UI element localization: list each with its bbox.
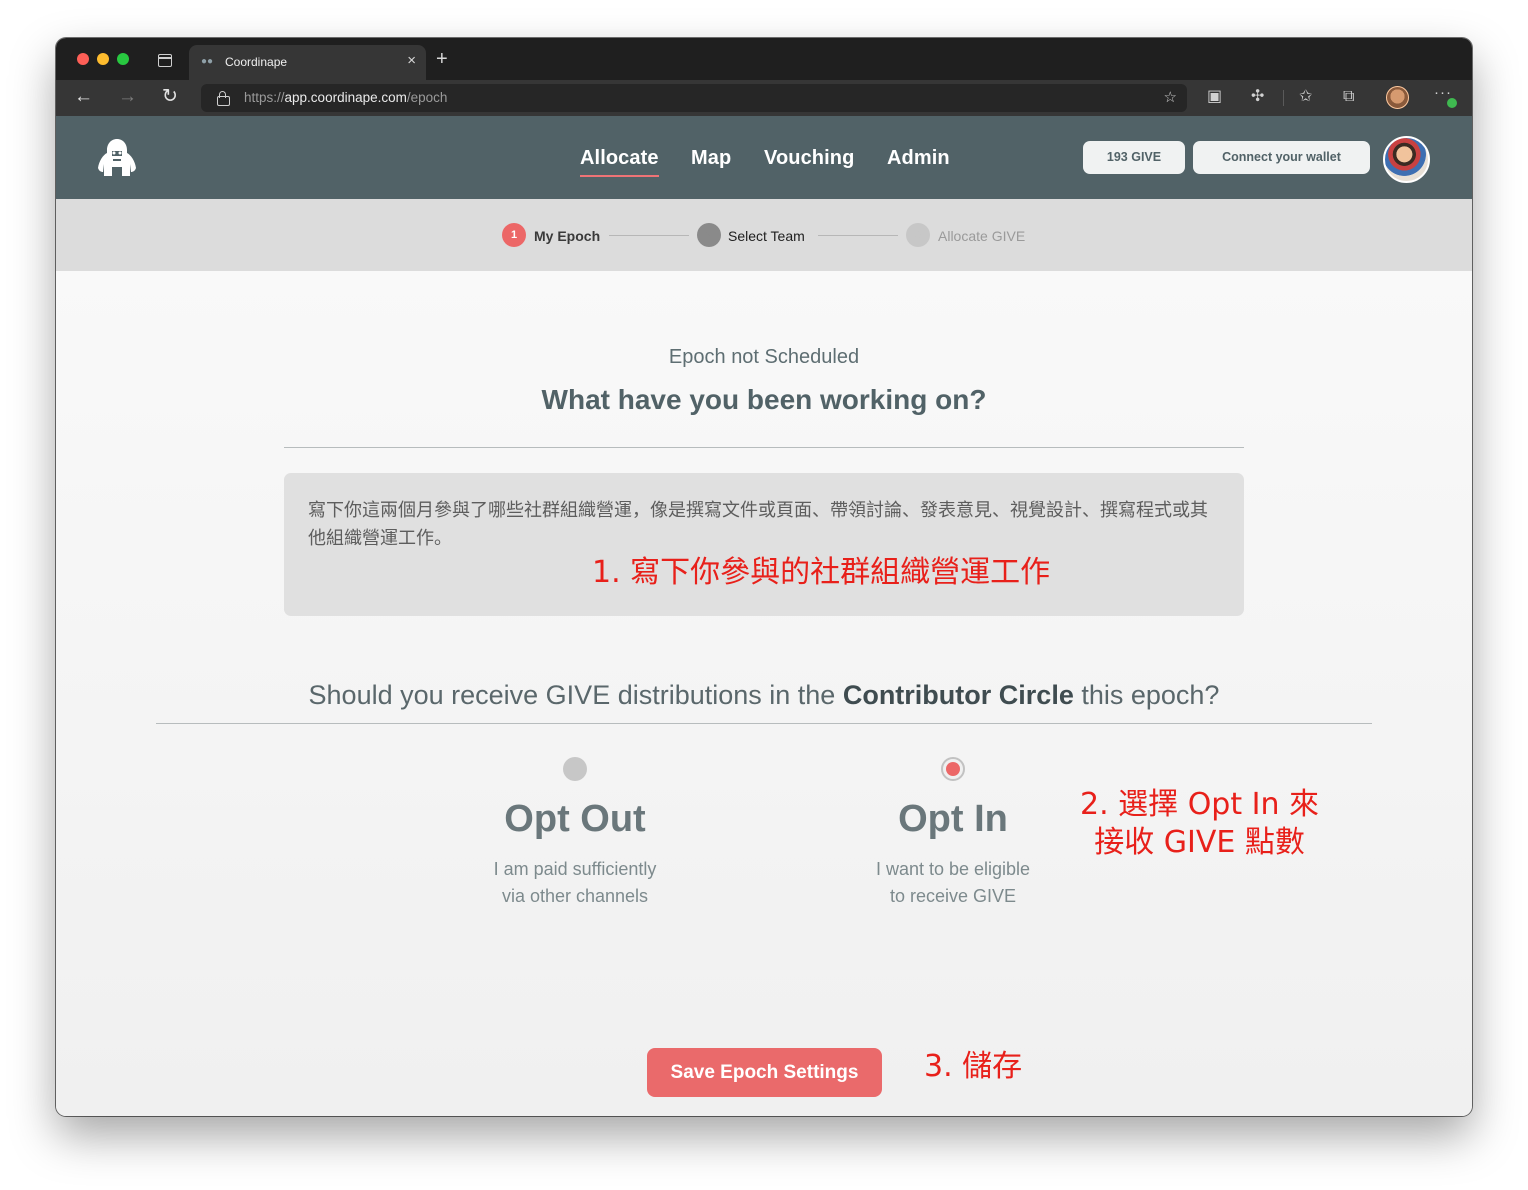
- lock-icon[interactable]: [217, 91, 230, 106]
- update-badge-icon: [1447, 98, 1457, 108]
- nav-admin[interactable]: Admin: [887, 147, 950, 170]
- step-3-badge[interactable]: 3: [906, 223, 930, 247]
- opt-out-desc-line-2: via other channels: [501, 886, 649, 906]
- question-prefix: Should you receive GIVE distributions in…: [308, 680, 843, 710]
- nav-allocate[interactable]: Allocate: [580, 147, 659, 177]
- browser-window: ●● Coordinape × + ← → ↻ https://app.coor…: [56, 38, 1472, 1116]
- forward-icon[interactable]: →: [118, 86, 137, 108]
- step-2-label[interactable]: Select Team: [728, 228, 805, 244]
- collections-icon[interactable]: ⧉: [1343, 88, 1354, 106]
- give-balance-button[interactable]: 193 GIVE: [1083, 141, 1185, 174]
- toolbar-divider: [1283, 90, 1284, 106]
- tab-actions-icon[interactable]: [158, 54, 172, 67]
- divider: [284, 447, 1244, 448]
- opt-in-desc-line-2: to receive GIVE: [889, 886, 1017, 906]
- url-host: app.coordinape.com: [284, 90, 407, 105]
- epoch-status: Epoch not Scheduled: [668, 346, 860, 368]
- browser-profile-icon[interactable]: [1386, 86, 1409, 109]
- work-description-text: 寫下你這兩個月參與了哪些社群組織營運，像是撰寫文件或頁面、帶領討論、發表意見、視…: [308, 500, 1208, 549]
- opt-out-description: I am paid sufficiently via other channel…: [425, 856, 725, 910]
- maximize-window-button[interactable]: [117, 53, 129, 65]
- back-icon[interactable]: ←: [74, 86, 93, 108]
- work-description-textarea[interactable]: 寫下你這兩個月參與了哪些社群組織營運，像是撰寫文件或頁面、帶領討論、發表意見、視…: [284, 473, 1244, 616]
- browser-toolbar: ← → ↻ https://app.coordinape.com/epoch ☆…: [56, 80, 1472, 116]
- split-screen-icon[interactable]: ▣: [1207, 88, 1222, 106]
- annotation-step-1: 1. 寫下你參與的社群組織營運工作: [592, 555, 1051, 590]
- reload-icon[interactable]: ↻: [162, 86, 178, 108]
- step-connector: [818, 235, 898, 236]
- question-suffix: this epoch?: [1073, 680, 1220, 710]
- opt-out-title[interactable]: Opt Out: [425, 798, 725, 841]
- favorites-icon[interactable]: ✩: [1299, 88, 1312, 106]
- circle-name: Contributor Circle: [842, 680, 1074, 710]
- opt-out-radio[interactable]: [563, 757, 587, 781]
- step-connector: [609, 235, 689, 236]
- extensions-icon[interactable]: ✣: [1251, 88, 1264, 106]
- annotation-step-2: 2. 選擇 Opt In 來 接收 GIVE 點數: [1080, 786, 1319, 862]
- epoch-settings-panel: Epoch not Scheduled What have you been w…: [56, 271, 1472, 1116]
- epoch-stepper: 1 My Epoch 2 Select Team 3 Allocate GIVE: [56, 199, 1472, 271]
- opt-in-title[interactable]: Opt In: [803, 798, 1103, 841]
- annotation-step-2-line-2: 接收 GIVE 點數: [1094, 825, 1305, 860]
- opt-out-desc-line-1: I am paid sufficiently: [493, 859, 657, 879]
- url-scheme: https://: [244, 90, 285, 105]
- app-header: Allocate Map Vouching Admin 193 GIVE Con…: [56, 116, 1472, 199]
- divider: [156, 723, 1372, 724]
- opt-in-desc-line-1: I want to be eligible: [875, 859, 1031, 879]
- nav-map[interactable]: Map: [691, 147, 731, 170]
- address-bar[interactable]: https://app.coordinape.com/epoch ☆: [201, 84, 1187, 112]
- opt-in-description: I want to be eligible to receive GIVE: [803, 856, 1103, 910]
- new-tab-icon[interactable]: +: [436, 49, 448, 69]
- url-path: /epoch: [406, 90, 448, 105]
- add-favorite-icon[interactable]: ☆: [1164, 88, 1177, 106]
- url-text[interactable]: https://app.coordinape.com/epoch: [244, 90, 447, 105]
- coordinape-logo-icon[interactable]: [94, 135, 140, 181]
- step-1-label[interactable]: My Epoch: [534, 228, 600, 244]
- step-2-badge[interactable]: 2: [697, 223, 721, 247]
- annotation-step-3: 3. 儲存: [924, 1049, 1023, 1084]
- tab-close-icon[interactable]: ×: [407, 52, 416, 69]
- opt-in-radio[interactable]: [941, 757, 965, 781]
- annotation-step-2-line-1: 2. 選擇 Opt In 來: [1080, 787, 1320, 822]
- nav-vouching[interactable]: Vouching: [764, 147, 854, 170]
- connect-wallet-button[interactable]: Connect your wallet: [1193, 141, 1370, 174]
- tab-bar: ●● Coordinape × +: [56, 38, 1472, 80]
- avatar[interactable]: [1383, 136, 1430, 183]
- step-1-badge[interactable]: 1: [502, 223, 526, 247]
- browser-tab[interactable]: ●● Coordinape ×: [189, 45, 426, 80]
- step-3-label[interactable]: Allocate GIVE: [938, 228, 1025, 244]
- page-title: What have you been working on?: [541, 384, 987, 415]
- close-window-button[interactable]: [77, 53, 89, 65]
- tab-title: Coordinape: [225, 55, 288, 69]
- opt-in-question: Should you receive GIVE distributions in…: [56, 680, 1472, 711]
- save-epoch-settings-button[interactable]: Save Epoch Settings: [647, 1048, 882, 1097]
- minimize-window-button[interactable]: [97, 53, 109, 65]
- coordinape-favicon-icon: ●●: [201, 56, 214, 67]
